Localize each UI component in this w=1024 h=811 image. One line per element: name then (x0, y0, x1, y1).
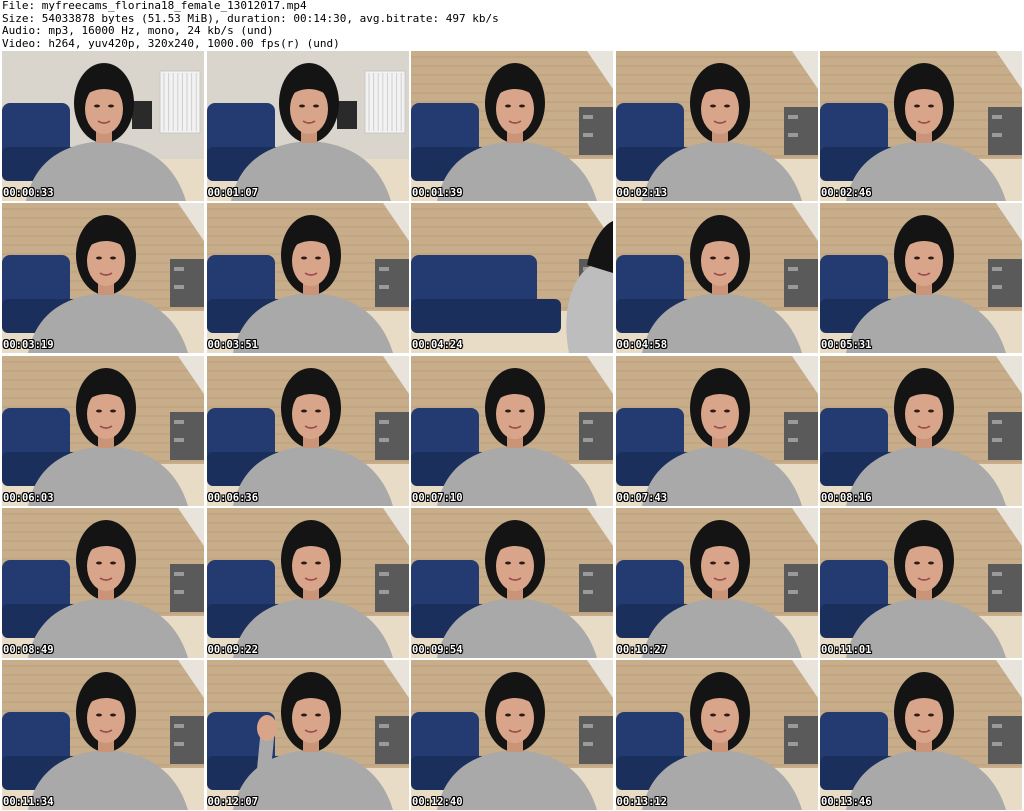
thumbnail-frame: 00:05:31 (820, 203, 1022, 354)
video-frame-image (206, 355, 409, 506)
video-frame-image (2, 355, 204, 506)
video-frame-image (2, 203, 204, 354)
thumbnail-frame: 00:07:10 (411, 355, 613, 506)
frame-timestamp: 00:11:34 (3, 796, 54, 809)
frame-timestamp: 00:01:07 (207, 187, 259, 199)
thumbnail-frame: 00:04:24 (411, 203, 613, 354)
thumbnail-frame: 00:09:22 (206, 507, 409, 658)
frame-timestamp: 00:05:31 (821, 339, 872, 352)
frame-timestamp: 00:08:16 (821, 491, 872, 504)
thumbnail-frame: 00:11:34 (2, 660, 204, 811)
video-frame-image (206, 51, 409, 201)
frame-timestamp: 00:06:03 (3, 491, 54, 504)
frame-timestamp: 00:02:13 (616, 187, 668, 199)
frame-timestamp: 00:03:19 (3, 339, 54, 352)
thumbnail-frame: 00:08:49 (2, 507, 204, 658)
file-name-line: File: myfreecams_florina18_female_130120… (2, 0, 307, 12)
video-frame-image (820, 355, 1022, 506)
frame-timestamp: 00:07:10 (412, 491, 463, 504)
thumbnail-frame: 00:11:01 (820, 507, 1022, 658)
frame-timestamp: 00:04:58 (616, 339, 668, 352)
thumbnail-frame: 00:06:03 (2, 355, 204, 506)
video-frame-image (206, 203, 409, 354)
video-info-line: Video: h264, yuv420p, 320x240, 1000.00 f… (2, 36, 340, 50)
audio-info-line: Audio: mp3, 16000 Hz, mono, 24 kb/s (und… (2, 24, 274, 37)
frame-timestamp: 00:04:24 (412, 339, 463, 352)
thumbnail-frame: 00:04:58 (615, 203, 818, 354)
thumbnail-frame: 00:03:51 (206, 203, 409, 354)
video-frame-image (615, 355, 818, 506)
thumbnail-frame: 00:10:27 (615, 507, 818, 658)
video-frame-image (411, 355, 613, 506)
thumbnail-frame: 00:02:13 (615, 51, 818, 201)
video-frame-image (411, 660, 613, 811)
frame-timestamp: 00:02:46 (821, 187, 872, 199)
thumbnail-frame: 00:07:43 (615, 355, 818, 506)
video-frame-image (820, 507, 1022, 658)
video-frame-image (411, 203, 613, 354)
video-frame-image (411, 507, 613, 658)
video-frame-image (2, 660, 204, 811)
frame-timestamp: 00:11:01 (821, 643, 872, 656)
thumbnail-frame: 00:12:07 (206, 660, 409, 811)
frame-timestamp: 00:09:54 (412, 643, 463, 656)
video-frame-image (2, 51, 204, 201)
video-frame-image (206, 507, 409, 658)
frame-timestamp: 00:06:36 (207, 491, 259, 504)
frame-timestamp: 00:01:39 (412, 187, 463, 199)
thumbnail-frame: 00:00:33 (2, 51, 204, 201)
video-frame-image (2, 507, 204, 658)
video-frame-image (820, 51, 1022, 201)
video-frame-image (820, 660, 1022, 811)
frame-timestamp: 00:13:12 (616, 796, 668, 809)
frame-timestamp: 00:03:51 (207, 339, 259, 352)
thumbnail-frame: 00:02:46 (820, 51, 1022, 201)
thumbnail-frame: 00:13:12 (615, 660, 818, 811)
frame-timestamp: 00:09:22 (207, 643, 259, 656)
video-frame-image (615, 51, 818, 201)
frame-timestamp: 00:12:07 (207, 796, 259, 809)
frame-timestamp: 00:12:40 (412, 796, 463, 809)
video-frame-image (615, 507, 818, 658)
video-frame-image (615, 660, 818, 811)
thumbnail-frame: 00:09:54 (411, 507, 613, 658)
thumbnail-frame: 00:03:19 (2, 203, 204, 354)
frame-timestamp: 00:07:43 (616, 491, 668, 504)
frame-timestamp: 00:13:46 (821, 796, 872, 809)
thumbnail-frame: 00:08:16 (820, 355, 1022, 506)
video-frame-image (615, 203, 818, 354)
thumbnail-frame: 00:01:39 (411, 51, 613, 201)
thumbnail-frame: 00:12:40 (411, 660, 613, 811)
thumbnail-frame: 00:06:36 (206, 355, 409, 506)
thumbnail-frame: 00:13:46 (820, 660, 1022, 811)
thumbnail-grid: 00:00:33 00:01:07 00:01:39 00:02:13 00:02:46… (2, 51, 1022, 811)
video-frame-image (206, 660, 409, 811)
video-frame-image (820, 203, 1022, 354)
file-info-header: File: myfreecams_florina18_female_130120… (2, 0, 1022, 50)
frame-timestamp: 00:00:33 (3, 187, 54, 199)
frame-timestamp: 00:10:27 (616, 643, 668, 656)
video-frame-image (411, 51, 613, 201)
frame-timestamp: 00:08:49 (3, 643, 54, 656)
thumbnail-frame: 00:01:07 (206, 51, 409, 201)
